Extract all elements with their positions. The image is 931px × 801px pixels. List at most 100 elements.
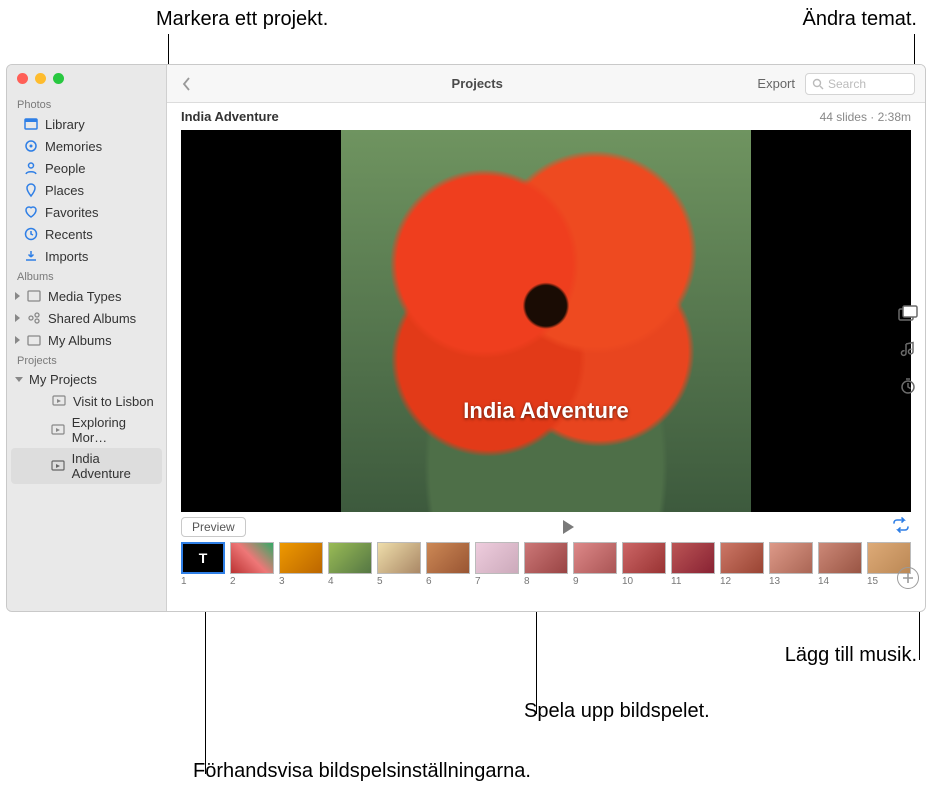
thumbnail[interactable]: 7 [475,542,519,587]
music-button[interactable] [897,339,919,361]
close-icon[interactable] [17,73,28,84]
sidebar-item-label: My Projects [29,372,97,387]
back-button[interactable] [177,77,197,91]
thumbnail-number: 11 [671,576,681,587]
thumbnail-number: 1 [181,576,187,587]
plus-icon [902,572,914,584]
project-header: India Adventure 44 slides · 2:38m [167,103,925,126]
sidebar-project-item-selected[interactable]: India Adventure [11,448,162,484]
sidebar-item-label: Favorites [45,205,98,220]
export-button[interactable]: Export [757,76,795,91]
heart-icon [23,204,39,220]
thumbnail-image [426,542,470,574]
thumbnail-image [720,542,764,574]
library-icon [23,116,39,132]
thumbnail[interactable]: 13 [769,542,813,587]
thumbnail[interactable]: 4 [328,542,372,587]
thumbnail[interactable]: 9 [573,542,617,587]
sidebar-item-label: My Albums [48,333,112,348]
leader-line [205,602,206,774]
thumbnail[interactable]: 5 [377,542,421,587]
preview-button[interactable]: Preview [181,517,246,537]
thumbnail-number: 14 [818,576,829,587]
thumbnail-image [524,542,568,574]
toolbar: Projects Export Search [167,65,925,103]
sidebar-item-label: People [45,161,85,176]
sidebar-item-label: India Adventure [72,451,154,481]
thumbnail[interactable]: 3 [279,542,323,587]
thumbnail[interactable]: T 1 [181,542,225,587]
theme-button[interactable] [897,303,919,325]
shared-icon [26,310,42,326]
duration-button[interactable] [897,375,919,397]
thumbnail[interactable]: 11 [671,542,715,587]
sidebar-item-people[interactable]: People [7,157,166,179]
add-photo-button[interactable] [897,567,919,589]
minimize-icon[interactable] [35,73,46,84]
loop-button[interactable] [891,517,911,538]
search-icon [812,78,824,90]
thumbnail-image [328,542,372,574]
sidebar-item-my-projects[interactable]: My Projects [7,369,166,390]
places-icon [23,182,39,198]
thumbnail-number: 5 [377,576,383,587]
chevron-down-icon [15,377,23,382]
thumbnail[interactable]: 10 [622,542,666,587]
callout-play-slideshow: Spela upp bildspelet. [524,700,710,723]
sidebar-section-projects: Projects [7,351,166,369]
thumbnail[interactable]: 2 [230,542,274,587]
slideshow-icon [51,393,67,409]
thumbnail-number: 2 [230,576,236,587]
sidebar-item-favorites[interactable]: Favorites [7,201,166,223]
thumbnail-number: 3 [279,576,285,587]
slideshow-tools [893,303,923,397]
sidebar-item-recents[interactable]: Recents [7,223,166,245]
chevron-right-icon [15,292,20,300]
sidebar-item-media-types[interactable]: Media Types [7,285,166,307]
sidebar-project-item[interactable]: Visit to Lisbon [7,390,166,412]
thumbnail-number: 10 [622,576,633,587]
chevron-right-icon [15,336,20,344]
thumbnail-number: 4 [328,576,334,587]
sidebar-item-label: Media Types [48,289,121,304]
thumbnail[interactable]: 12 [720,542,764,587]
people-icon [23,160,39,176]
callout-add-music: Lägg till musik. [785,644,917,667]
thumbnail[interactable]: 14 [818,542,862,587]
search-input[interactable]: Search [805,73,915,95]
slideshow-controls: Preview [167,512,925,542]
slideshow-preview: India Adventure [181,130,911,512]
slide-image: India Adventure [341,130,751,512]
sidebar-item-library[interactable]: Library [7,113,166,135]
project-title: India Adventure [181,109,279,124]
sidebar-project-item[interactable]: Exploring Mor… [7,412,166,448]
thumbnail-image [622,542,666,574]
sidebar-item-imports[interactable]: Imports [7,245,166,267]
search-placeholder: Search [828,77,866,91]
fullscreen-icon[interactable] [53,73,64,84]
sidebar-item-places[interactable]: Places [7,179,166,201]
slideshow-icon [51,458,66,474]
thumbnail-number: 9 [573,576,579,587]
play-button[interactable] [563,520,574,534]
slide-photo [341,130,751,512]
sidebar-item-label: Library [45,117,85,132]
memories-icon [23,138,39,154]
thumbnail-number: 12 [720,576,731,587]
thumbnail[interactable]: 8 [524,542,568,587]
sidebar-item-shared-albums[interactable]: Shared Albums [7,307,166,329]
window-controls[interactable] [17,73,64,84]
sidebar-item-my-albums[interactable]: My Albums [7,329,166,351]
slideshow-icon [51,422,66,438]
callout-change-theme: Ändra temat. [802,8,917,31]
sidebar-item-label: Memories [45,139,102,154]
project-meta: 44 slides · 2:38m [820,110,911,124]
thumbnail-strip[interactable]: T 1 2 3 4 5 6 7 8 9 10 11 12 13 14 15 [167,542,925,591]
sidebar-item-memories[interactable]: Memories [7,135,166,157]
thumbnail-number: 6 [426,576,432,587]
thumbnail-number: 8 [524,576,530,587]
album-icon [26,332,42,348]
thumbnail[interactable]: 6 [426,542,470,587]
clock-icon [23,226,39,242]
thumbnail-image [475,542,519,574]
